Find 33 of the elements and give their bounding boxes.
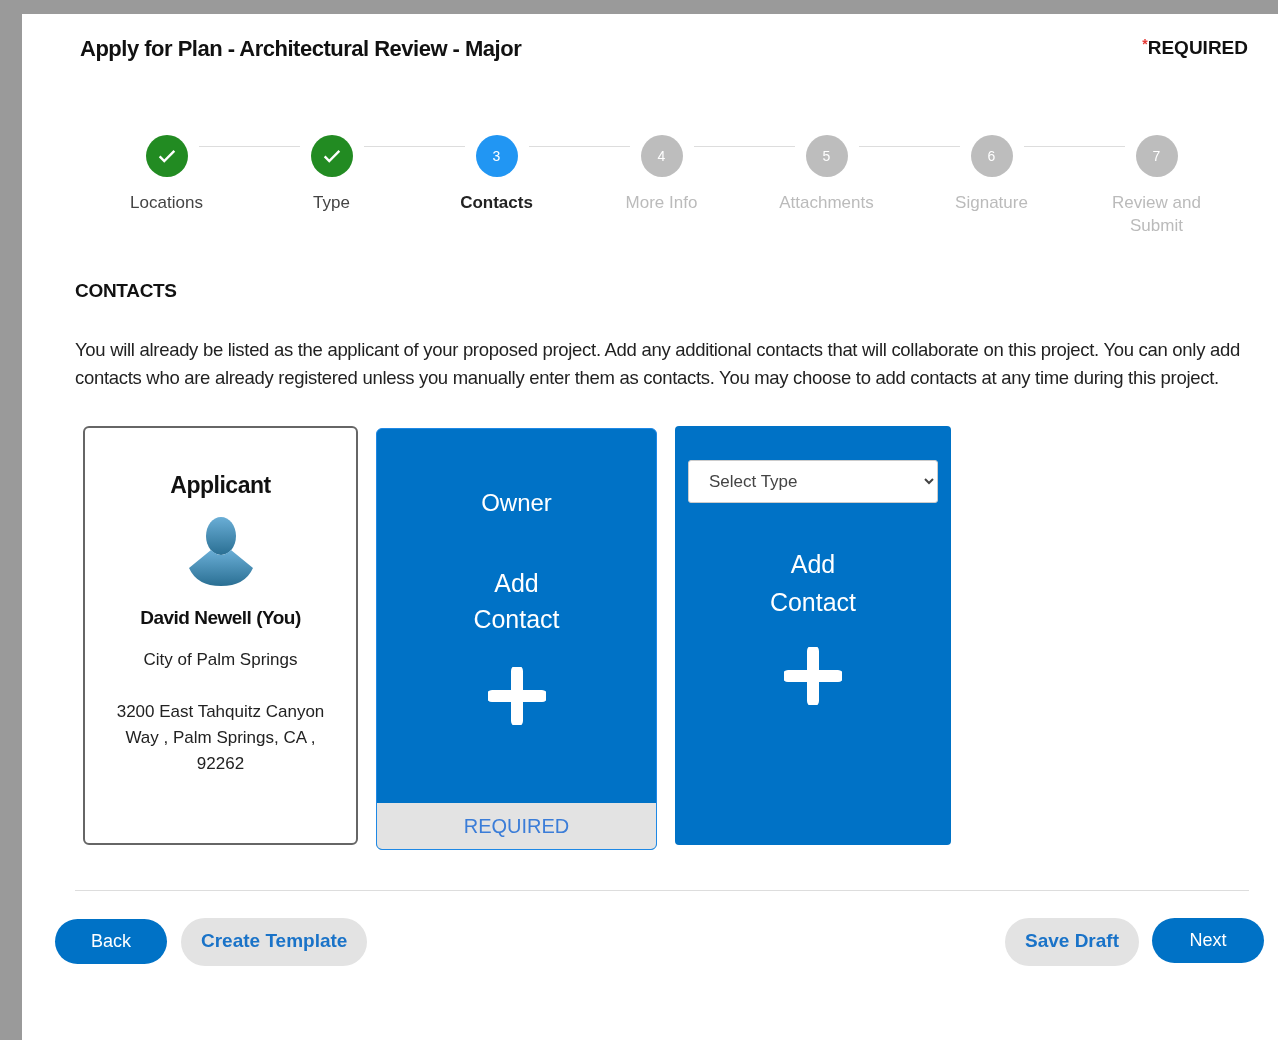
card-title: Owner: [481, 487, 552, 518]
contact-name: David Newell (You): [140, 606, 301, 630]
required-note: *REQUIRED: [1142, 35, 1248, 60]
step-number: 4: [640, 135, 683, 177]
step-number: 6: [970, 135, 1013, 177]
section-heading: CONTACTS: [75, 279, 178, 303]
step-number: 3: [475, 135, 518, 177]
action-button[interactable]: Create Template: [181, 917, 368, 966]
plus-icon: [487, 666, 546, 725]
contact-organization: City of Palm Springs: [143, 648, 298, 671]
step-number: 7: [1135, 135, 1178, 177]
section-description: You will already be listed as the applicant of your proposed project. Add any additional contacts that will collaborate on this project. You can only add contacts who are already registered unless you manually enter them as contacts. You may choose to add contacts at any time during this project.: [75, 337, 1241, 390]
step-label: Attachments: [778, 192, 875, 214]
card-title: Applicant: [170, 470, 271, 500]
owner-contact-card[interactable]: Owner Add Contact REQUIRED: [376, 427, 657, 850]
plus-icon: [784, 646, 842, 705]
page-title: Apply for Plan - Architectural Review - Major: [80, 35, 522, 63]
add-contact-card[interactable]: Select Type Add Contact: [675, 425, 951, 845]
step-label: Contacts: [459, 192, 534, 214]
contact-address: 3200 East Tahquitz Canyon Way , Palm Springs, CA , 92262: [115, 701, 326, 775]
action-button[interactable]: Back: [55, 919, 167, 964]
step-label: Locations: [129, 192, 204, 214]
step-label: Signature: [954, 192, 1029, 214]
required-label: REQUIRED: [377, 802, 656, 849]
add-contact-label: Add Contact: [768, 548, 858, 618]
action-button[interactable]: Next: [1152, 917, 1264, 963]
step-label: Type: [312, 192, 351, 214]
step-label: More Info: [624, 192, 699, 214]
step-number: 5: [805, 135, 848, 177]
action-button[interactable]: Save Draft: [1005, 917, 1139, 966]
add-contact-label: Add Contact: [472, 567, 561, 635]
step-label: Review and Submit: [1111, 192, 1202, 237]
type-select[interactable]: Select Type: [688, 459, 938, 503]
